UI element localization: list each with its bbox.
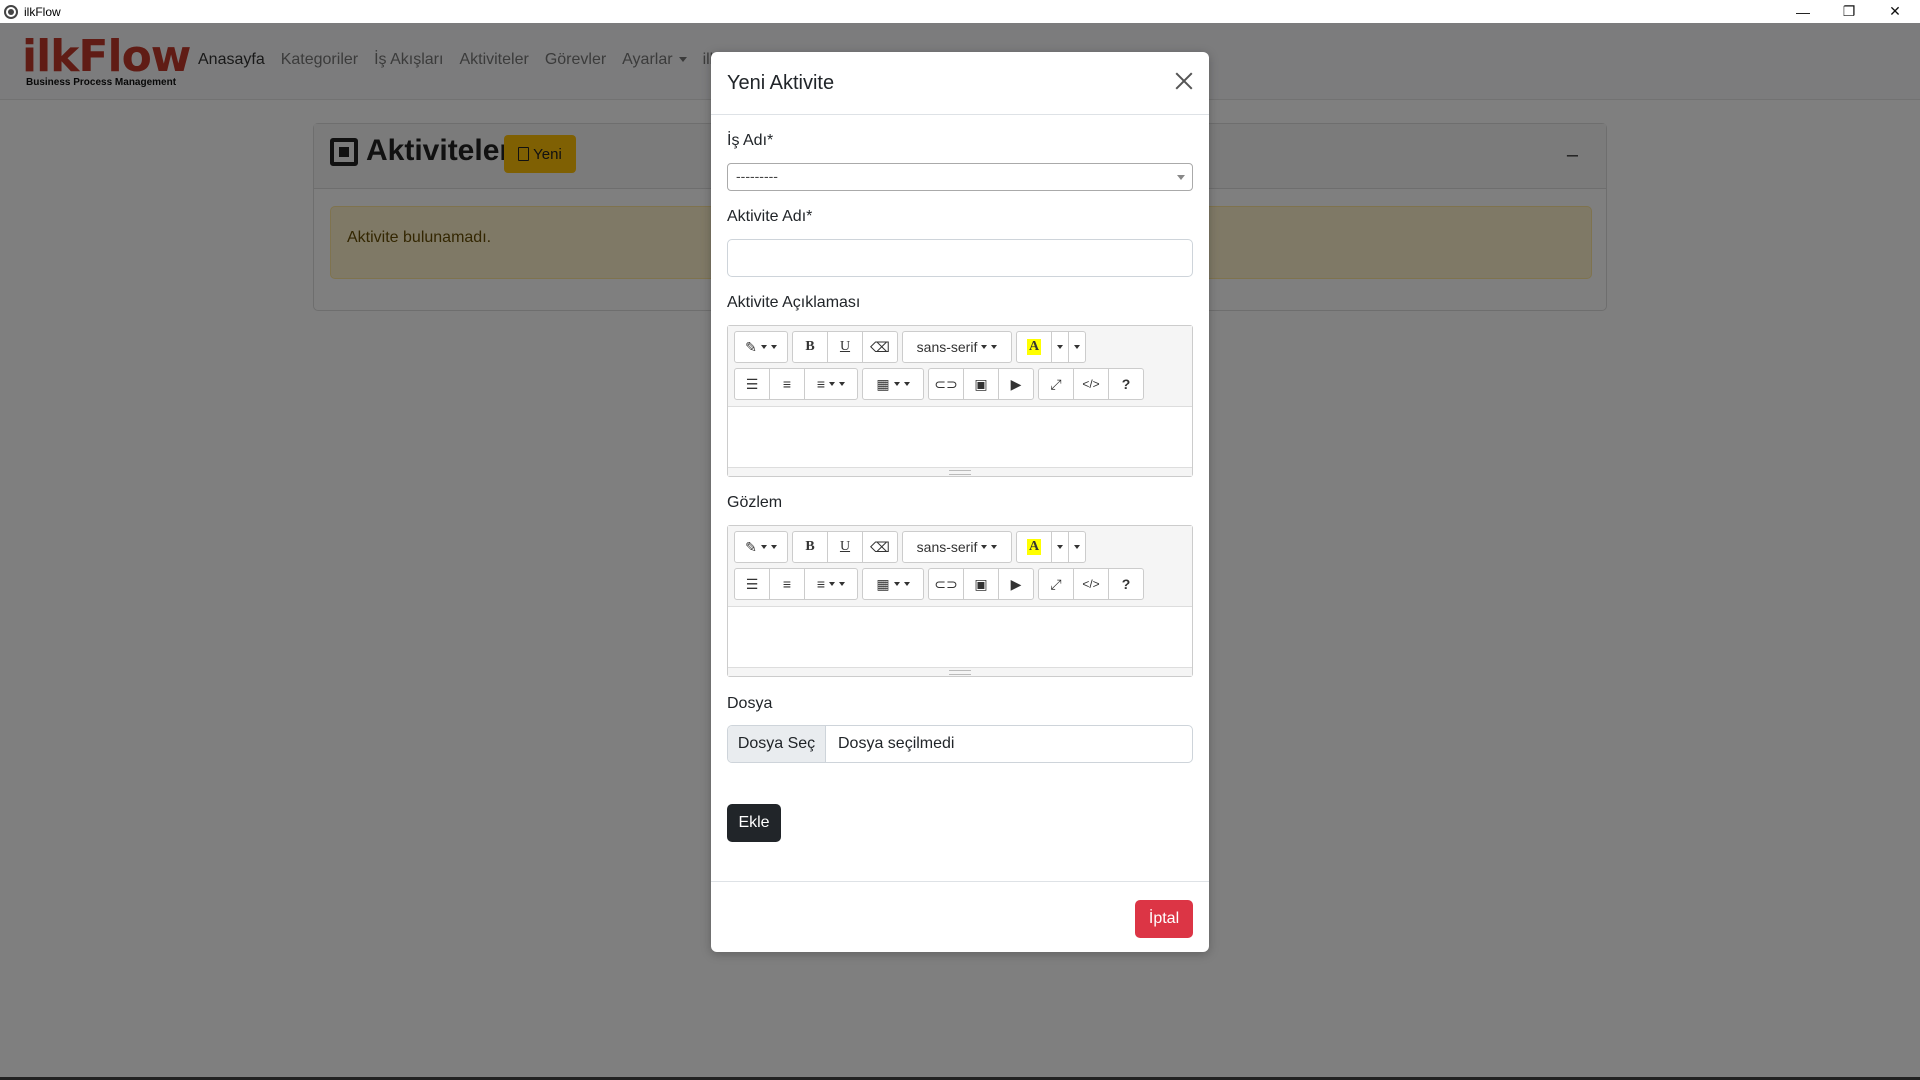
code-view-button[interactable]: </> (1073, 368, 1109, 400)
underline-button[interactable]: U (827, 531, 863, 563)
unordered-list-icon[interactable]: ☰ (734, 568, 770, 600)
font-color-letter: A (1026, 539, 1042, 555)
file-status: Dosya seçilmedi (838, 735, 955, 752)
color-more[interactable] (1068, 331, 1086, 363)
file-input[interactable]: Dosya Seç Dosya seçilmedi (727, 725, 1193, 763)
table-icon[interactable]: ▦ (862, 368, 924, 400)
aciklama-edit-area[interactable] (728, 407, 1192, 467)
help-button[interactable]: ? (1108, 568, 1144, 600)
editor-toolbar: ✎ B U ⌫ sans-serif A ☰ ≡ ≡ ▦ ⊂⊃ ▣ ▶ ⤢ </… (728, 526, 1192, 607)
fullscreen-icon[interactable]: ⤢ (1038, 368, 1074, 400)
link-icon[interactable]: ⊂⊃ (928, 568, 964, 600)
resize-handle[interactable] (728, 667, 1192, 676)
window-title: ilkFlow (24, 4, 61, 19)
aktivite-adi-label: Aktivite Adı* (727, 208, 813, 225)
code-view-button[interactable]: </> (1073, 568, 1109, 600)
window-close-button[interactable]: ✕ (1872, 0, 1918, 23)
close-icon[interactable] (1173, 70, 1195, 92)
gozlem-edit-area[interactable] (728, 607, 1192, 667)
modal-footer: İptal (711, 881, 1209, 952)
align-icon[interactable]: ≡ (804, 368, 858, 400)
font-color-letter: A (1026, 339, 1042, 355)
window-titlebar: ilkFlow — ❐ ✕ (0, 0, 1920, 23)
aciklama-editor: ✎ B U ⌫ sans-serif A ☰ ≡ ≡ ▦ ⊂⊃ ▣ ▶ ⤢ </… (727, 325, 1193, 477)
chevron-down-icon (1177, 175, 1185, 180)
gozlem-label: Gözlem (727, 494, 783, 511)
align-icon[interactable]: ≡ (804, 568, 858, 600)
choose-file-button[interactable]: Dosya Seç (728, 726, 826, 762)
bold-button[interactable]: B (792, 331, 828, 363)
iptal-button[interactable]: İptal (1135, 900, 1193, 938)
underline-button[interactable]: U (827, 331, 863, 363)
app-icon (4, 4, 18, 19)
video-icon[interactable]: ▶ (998, 368, 1034, 400)
style-magic-icon[interactable]: ✎ (734, 531, 788, 563)
link-icon[interactable]: ⊂⊃ (928, 368, 964, 400)
resize-handle[interactable] (728, 467, 1192, 476)
table-icon[interactable]: ▦ (862, 568, 924, 600)
style-magic-icon[interactable]: ✎ (734, 331, 788, 363)
is-adi-label: İş Adı* (727, 132, 774, 149)
ordered-list-icon[interactable]: ≡ (769, 368, 805, 400)
eraser-icon[interactable]: ⌫ (862, 331, 898, 363)
aktivite-adi-input[interactable] (727, 239, 1193, 277)
dosya-label: Dosya (727, 695, 773, 712)
fullscreen-icon[interactable]: ⤢ (1038, 568, 1074, 600)
ekle-button[interactable]: Ekle (727, 804, 781, 842)
modal-title: Yeni Aktivite (727, 72, 835, 94)
ordered-list-icon[interactable]: ≡ (769, 568, 805, 600)
eraser-icon[interactable]: ⌫ (862, 531, 898, 563)
font-color-icon[interactable]: A (1016, 531, 1052, 563)
is-adi-selected: --------- (736, 168, 778, 184)
color-more[interactable] (1068, 531, 1086, 563)
minimize-button[interactable]: — (1780, 0, 1826, 23)
unordered-list-icon[interactable]: ☰ (734, 368, 770, 400)
color-dropdown[interactable] (1051, 331, 1069, 363)
font-color-icon[interactable]: A (1016, 331, 1052, 363)
gozlem-editor: ✎ B U ⌫ sans-serif A ☰ ≡ ≡ ▦ ⊂⊃ ▣ ▶ ⤢ </… (727, 525, 1193, 677)
image-icon[interactable]: ▣ (963, 568, 999, 600)
font-name-dropdown[interactable]: sans-serif (902, 331, 1012, 363)
font-name-dropdown[interactable]: sans-serif (902, 531, 1012, 563)
editor-toolbar: ✎ B U ⌫ sans-serif A ☰ ≡ ≡ ▦ ⊂⊃ ▣ ▶ ⤢ </… (728, 326, 1192, 407)
video-icon[interactable]: ▶ (998, 568, 1034, 600)
is-adi-select[interactable]: --------- (727, 163, 1193, 191)
modal-header: Yeni Aktivite (711, 52, 1209, 115)
font-name-label: sans-serif (916, 339, 978, 355)
aciklama-label: Aktivite Açıklaması (727, 294, 861, 311)
color-dropdown[interactable] (1051, 531, 1069, 563)
new-activity-modal: Yeni Aktivite İş Adı* --------- Aktivite… (711, 52, 1209, 952)
restore-button[interactable]: ❐ (1826, 0, 1872, 23)
bold-button[interactable]: B (792, 531, 828, 563)
image-icon[interactable]: ▣ (963, 368, 999, 400)
font-name-label: sans-serif (916, 539, 978, 555)
help-button[interactable]: ? (1108, 368, 1144, 400)
